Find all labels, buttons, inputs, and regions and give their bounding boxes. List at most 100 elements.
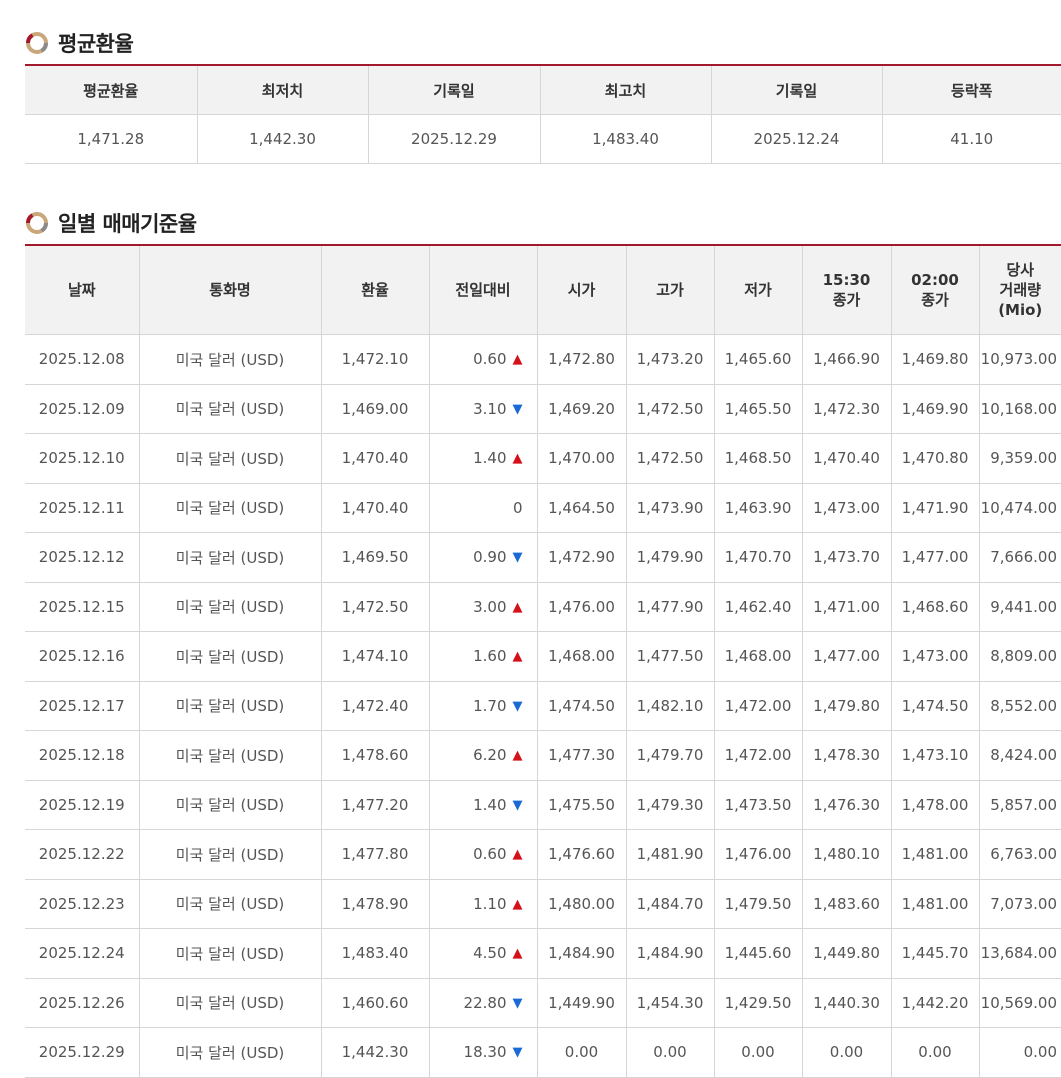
avg-header-cell: 최저치 <box>197 65 369 115</box>
currency-cell: 미국 달러 (USD) <box>139 483 322 533</box>
low-cell: 1,468.00 <box>714 631 803 682</box>
close-0200-cell: 1,481.00 <box>891 829 980 880</box>
low-cell: 1,445.60 <box>714 928 803 979</box>
volume-cell: 8,809.00 <box>979 631 1061 682</box>
low-cell: 1,470.70 <box>714 532 803 583</box>
close-0200-cell: 0.00 <box>891 1027 980 1078</box>
rate-cell: 1,472.10 <box>321 334 430 385</box>
close-0200-cell: 1,469.90 <box>891 384 980 434</box>
rate-cell: 1,477.20 <box>321 780 430 830</box>
rate-cell: 1,472.40 <box>321 681 430 731</box>
table-row: 2025.12.26 미국 달러 (USD) 1,460.60 22.80 ▼ 1,449… <box>25 978 1061 1028</box>
table-row: 2025.12.23 미국 달러 (USD) 1,478.90 1.10 ▲ 1,480.… <box>25 879 1061 929</box>
triangle-down-icon: ▼ <box>512 995 523 1011</box>
rate-cell: 1,483.40 <box>321 928 430 979</box>
triangle-down-icon: ▼ <box>512 797 523 813</box>
high-cell: 1,477.50 <box>626 631 715 682</box>
open-cell: 1,472.90 <box>537 532 627 583</box>
low-cell: 1,465.60 <box>714 334 803 385</box>
daily-header-cell: 02:00 종가 <box>891 245 980 335</box>
change-value: 1.60 <box>473 647 507 666</box>
rate-cell: 1,470.40 <box>321 433 430 484</box>
close-1530-cell: 1,472.30 <box>802 384 892 434</box>
close-1530-cell: 1,476.30 <box>802 780 892 830</box>
high-cell: 1,481.90 <box>626 829 715 880</box>
rate-cell: 1,472.50 <box>321 582 430 632</box>
avg-value-cell: 41.10 <box>882 114 1061 164</box>
currency-cell: 미국 달러 (USD) <box>139 334 322 385</box>
open-cell: 1,472.80 <box>537 334 627 385</box>
rate-cell: 1,470.40 <box>321 483 430 533</box>
high-cell: 1,477.90 <box>626 582 715 632</box>
open-cell: 1,480.00 <box>537 879 627 929</box>
daily-header-cell: 시가 <box>537 245 627 335</box>
section-title-average-rate: 평균환율 <box>25 28 134 58</box>
change-cell: 1.70 ▼ <box>429 681 538 731</box>
volume-cell: 10,168.00 <box>979 384 1061 434</box>
rate-cell: 1,478.60 <box>321 730 430 781</box>
high-cell: 1,472.50 <box>626 384 715 434</box>
currency-cell: 미국 달러 (USD) <box>139 978 322 1028</box>
rate-cell: 1,474.10 <box>321 631 430 682</box>
close-0200-cell: 1,445.70 <box>891 928 980 979</box>
high-cell: 1,472.50 <box>626 433 715 484</box>
close-0200-cell: 1,471.90 <box>891 483 980 533</box>
daily-rate-table: 날짜 통화명 환율 전일대비 시가 고가 저가 15:30 종가 02:00 종가 당사 거래량 (Mio… <box>25 244 1061 1078</box>
table-row: 2025.12.22 미국 달러 (USD) 1,477.80 0.60 ▲ 1,476.… <box>25 829 1061 880</box>
avg-header-cell: 평균환율 <box>25 65 198 115</box>
date-cell: 2025.12.22 <box>25 829 140 880</box>
change-value: 0.60 <box>473 350 507 369</box>
open-cell: 1,476.00 <box>537 582 627 632</box>
currency-cell: 미국 달러 (USD) <box>139 780 322 830</box>
close-0200-cell: 1,481.00 <box>891 879 980 929</box>
volume-cell: 8,552.00 <box>979 681 1061 731</box>
rate-cell: 1,478.90 <box>321 879 430 929</box>
volume-cell: 9,441.00 <box>979 582 1061 632</box>
volume-cell: 5,857.00 <box>979 780 1061 830</box>
currency-cell: 미국 달러 (USD) <box>139 829 322 880</box>
change-value: 1.40 <box>473 795 507 814</box>
change-value: 3.00 <box>473 597 507 616</box>
close-1530-cell: 0.00 <box>802 1027 892 1078</box>
change-cell: 4.50 ▲ <box>429 928 538 979</box>
change-value: 4.50 <box>473 944 507 963</box>
section-title-text: 일별 매매기준율 <box>58 212 197 236</box>
date-cell: 2025.12.16 <box>25 631 140 682</box>
triangle-up-icon: ▲ <box>512 599 523 615</box>
open-cell: 1,477.30 <box>537 730 627 781</box>
change-value: 0.60 <box>473 845 507 864</box>
triangle-up-icon: ▲ <box>512 352 523 368</box>
date-cell: 2025.12.23 <box>25 879 140 929</box>
high-cell: 1,484.90 <box>626 928 715 979</box>
close-1530-cell: 1,470.40 <box>802 433 892 484</box>
table-row: 2025.12.19 미국 달러 (USD) 1,477.20 1.40 ▼ 1,475.… <box>25 780 1061 830</box>
avg-value-cell: 1,442.30 <box>197 114 369 164</box>
close-0200-cell: 1,473.00 <box>891 631 980 682</box>
daily-header-cell: 15:30 종가 <box>802 245 892 335</box>
rate-cell: 1,442.30 <box>321 1027 430 1078</box>
date-cell: 2025.12.19 <box>25 780 140 830</box>
table-row: 2025.12.09 미국 달러 (USD) 1,469.00 3.10 ▼ 1,469.… <box>25 384 1061 434</box>
high-cell: 1,454.30 <box>626 978 715 1028</box>
open-cell: 1,470.00 <box>537 433 627 484</box>
ring-icon <box>25 212 49 234</box>
open-cell: 1,474.50 <box>537 681 627 731</box>
avg-value-cell: 1,471.28 <box>25 114 198 164</box>
low-cell: 1,429.50 <box>714 978 803 1028</box>
triangle-up-icon: ▲ <box>512 748 523 764</box>
change-cell: 3.00 ▲ <box>429 582 538 632</box>
volume-cell: 10,973.00 <box>979 334 1061 385</box>
close-1530-cell: 1,440.30 <box>802 978 892 1028</box>
close-1530-cell: 1,478.30 <box>802 730 892 781</box>
change-value: 6.20 <box>473 746 507 765</box>
avg-header-cell: 등락폭 <box>882 65 1061 115</box>
close-1530-cell: 1,471.00 <box>802 582 892 632</box>
date-cell: 2025.12.29 <box>25 1027 140 1078</box>
high-cell: 1,484.70 <box>626 879 715 929</box>
close-0200-cell: 1,473.10 <box>891 730 980 781</box>
open-cell: 1,469.20 <box>537 384 627 434</box>
change-cell: 22.80 ▼ <box>429 978 538 1028</box>
avg-value-cell: 2025.12.24 <box>711 114 883 164</box>
currency-cell: 미국 달러 (USD) <box>139 433 322 484</box>
volume-cell: 7,666.00 <box>979 532 1061 583</box>
